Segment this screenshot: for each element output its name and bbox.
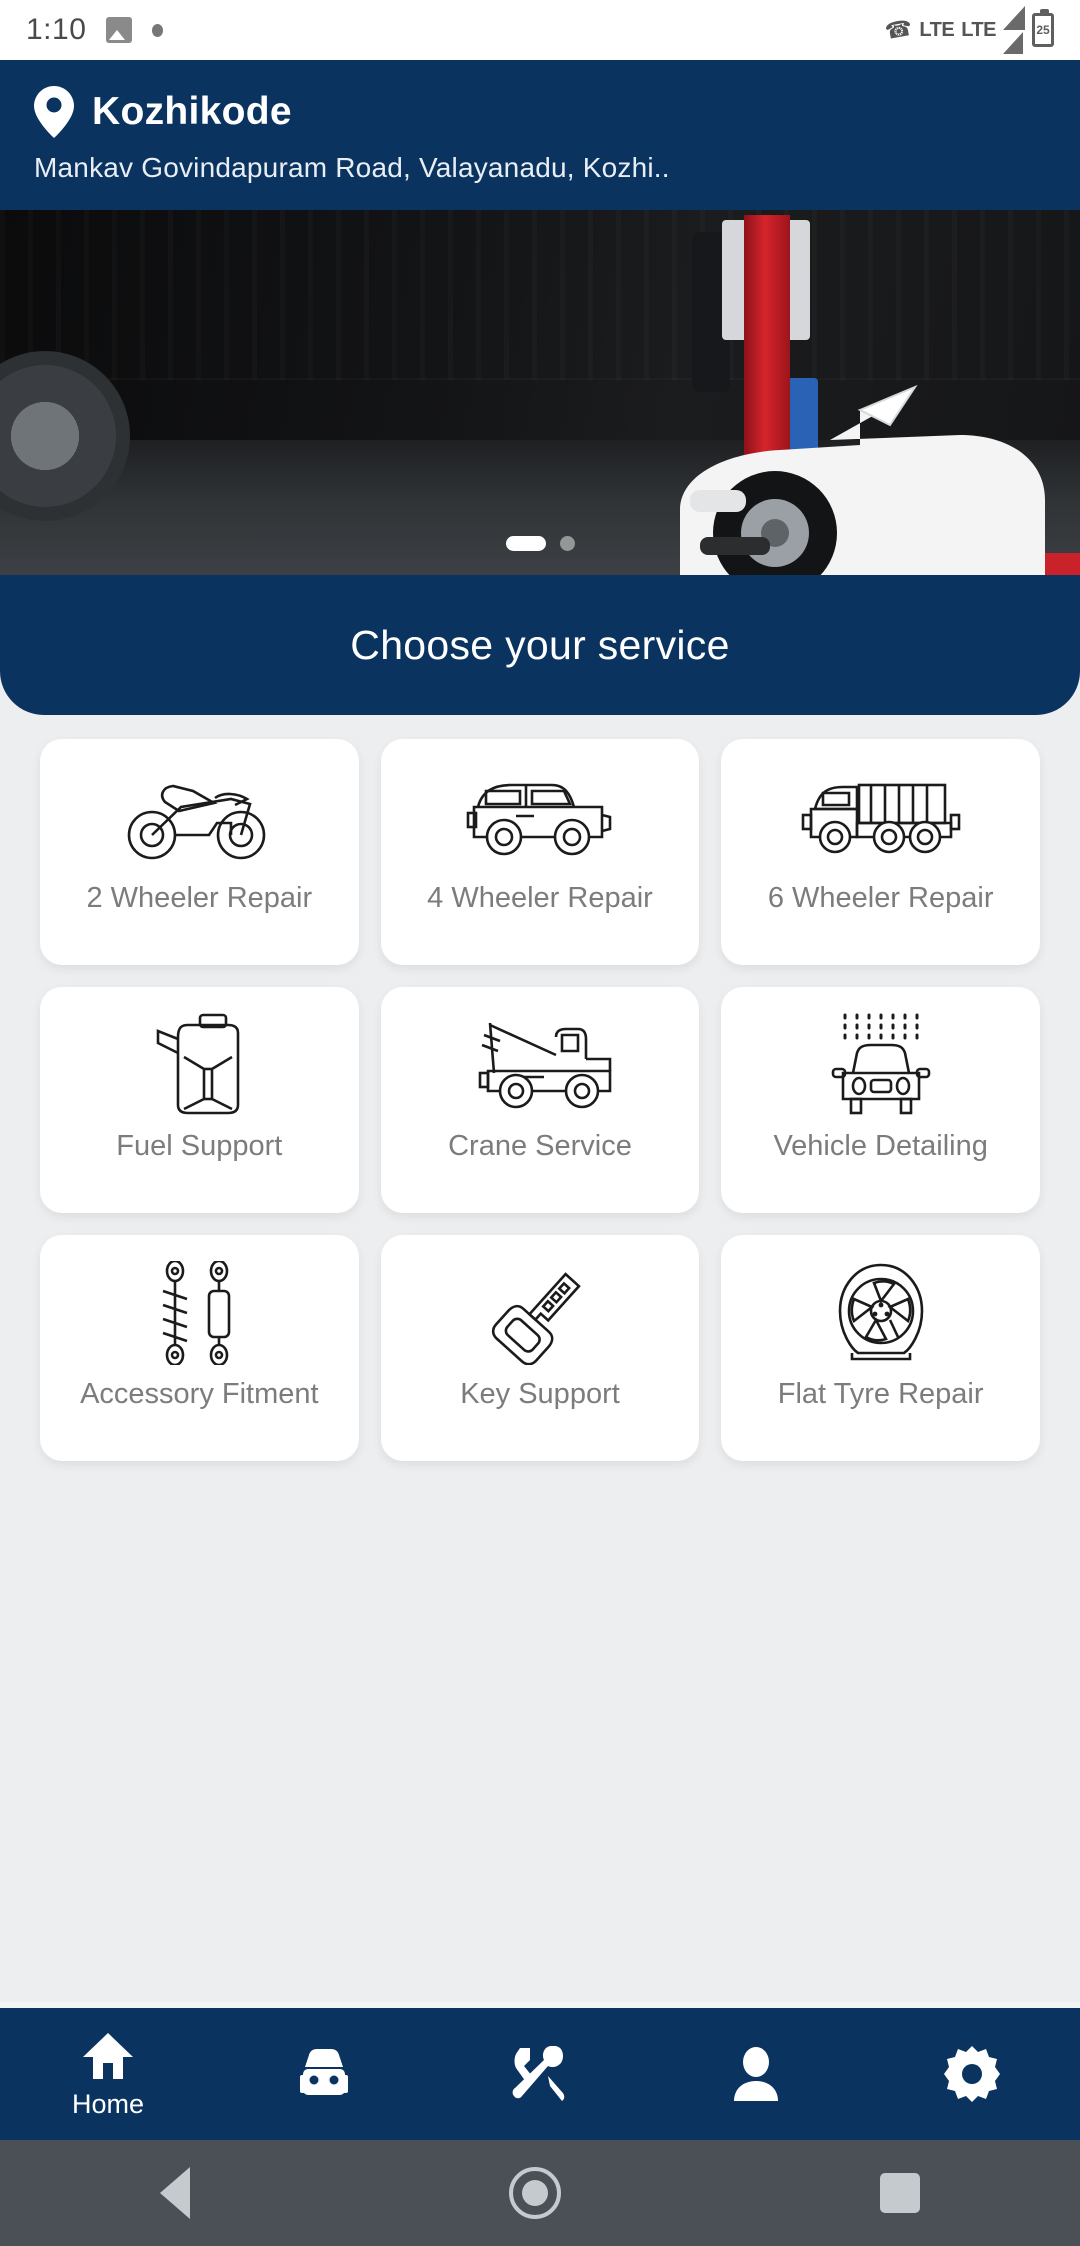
service-card-accessory-fitment[interactable]: Accessory Fitment (40, 1235, 359, 1461)
carousel-indicators[interactable] (0, 536, 1080, 551)
signal-strength-icon (1003, 6, 1025, 54)
nav-item-profile[interactable] (648, 2047, 864, 2101)
android-navigation-bar (0, 2140, 1080, 2246)
service-card-6-wheeler-repair[interactable]: 6 Wheeler Repair (721, 739, 1040, 965)
nav-item-vehicles[interactable] (216, 2049, 432, 2099)
nav-label-home: Home (71, 2088, 145, 2119)
recents-square-icon[interactable] (880, 2173, 921, 2213)
service-card-key-support[interactable]: Key Support (380, 1235, 700, 1461)
back-triangle-icon[interactable] (159, 2167, 190, 2219)
person-icon (734, 2047, 778, 2101)
app-root: 1:10 ☎ LTE LTE 25 Kozhikode Mankav Govin… (0, 0, 1080, 2246)
car-icon (300, 2049, 348, 2095)
bottom-navigation-bar: Home (0, 2002, 1080, 2140)
location-pin-icon (34, 86, 74, 138)
service-label: 4 Wheeler Repair (427, 882, 653, 914)
service-label: Fuel Support (116, 1130, 283, 1162)
home-icon (83, 2032, 133, 2079)
service-label: Key Support (460, 1378, 620, 1410)
car-wash-icon (821, 1013, 941, 1117)
tools-icon (512, 2046, 565, 2101)
service-card-flat-tyre-repair[interactable]: Flat Tyre Repair (721, 1235, 1040, 1461)
carousel-dot-1[interactable] (505, 536, 546, 551)
nav-item-services[interactable] (432, 2046, 648, 2102)
service-card-crane-service[interactable]: Crane Service (380, 987, 700, 1213)
phone-icon: ☎ (882, 14, 915, 45)
car-icon (460, 765, 620, 869)
shock-absorber-icon (151, 1261, 247, 1365)
home-circle-icon[interactable] (508, 2167, 561, 2219)
service-label: Flat Tyre Repair (777, 1378, 984, 1410)
gear-icon (944, 2046, 1000, 2102)
service-label: 2 Wheeler Repair (86, 882, 313, 914)
service-label: Vehicle Detailing (773, 1130, 988, 1162)
banner-car-image (680, 384, 1045, 575)
service-label: 6 Wheeler Repair (767, 882, 994, 914)
network-type-sim1: LTE (919, 18, 955, 41)
location-row[interactable]: Kozhikode (34, 86, 1050, 138)
location-city: Kozhikode (92, 90, 292, 133)
section-title: Choose your service (350, 621, 730, 668)
service-label: Accessory Fitment (80, 1378, 319, 1410)
truck-icon (801, 765, 961, 869)
service-card-vehicle-detailing[interactable]: Vehicle Detailing (721, 987, 1040, 1213)
motorcycle-icon (119, 765, 279, 869)
service-card-fuel-support[interactable]: Fuel Support (40, 987, 359, 1213)
service-grid-wrapper: 2 Wheeler Repair 4 Wheeler Repair 6 Whee… (0, 715, 1080, 1461)
app-header: Kozhikode Mankav Govindapuram Road, Vala… (0, 60, 1080, 210)
status-bar-clock: 1:10 (26, 13, 87, 46)
network-type-sim2: LTE (961, 18, 996, 41)
battery-icon: 25 (1032, 9, 1054, 47)
tow-truck-icon (460, 1013, 620, 1117)
nav-item-home[interactable]: Home (0, 2029, 216, 2120)
fuel-can-icon (144, 1013, 254, 1117)
system-status-bar: 1:10 ☎ LTE LTE 25 (0, 0, 1080, 60)
status-bar-left: 1:10 (26, 13, 164, 47)
dot-icon (152, 23, 164, 37)
status-bar-right: ☎ LTE LTE 25 (882, 6, 1054, 54)
location-address: Mankav Govindapuram Road, Valayanadu, Ko… (34, 152, 670, 183)
tyre-icon (826, 1261, 936, 1365)
service-label: Crane Service (448, 1130, 632, 1162)
photo-icon (106, 17, 133, 43)
service-grid: 2 Wheeler Repair 4 Wheeler Repair 6 Whee… (40, 739, 1040, 1461)
nav-item-settings[interactable] (864, 2046, 1080, 2102)
promo-banner-carousel[interactable] (0, 210, 1080, 575)
key-icon (485, 1261, 595, 1365)
carousel-dot-2[interactable] (559, 536, 575, 551)
section-header-banner: Choose your service (0, 575, 1080, 715)
service-card-4-wheeler-repair[interactable]: 4 Wheeler Repair (380, 739, 700, 965)
service-card-2-wheeler-repair[interactable]: 2 Wheeler Repair (40, 739, 359, 965)
